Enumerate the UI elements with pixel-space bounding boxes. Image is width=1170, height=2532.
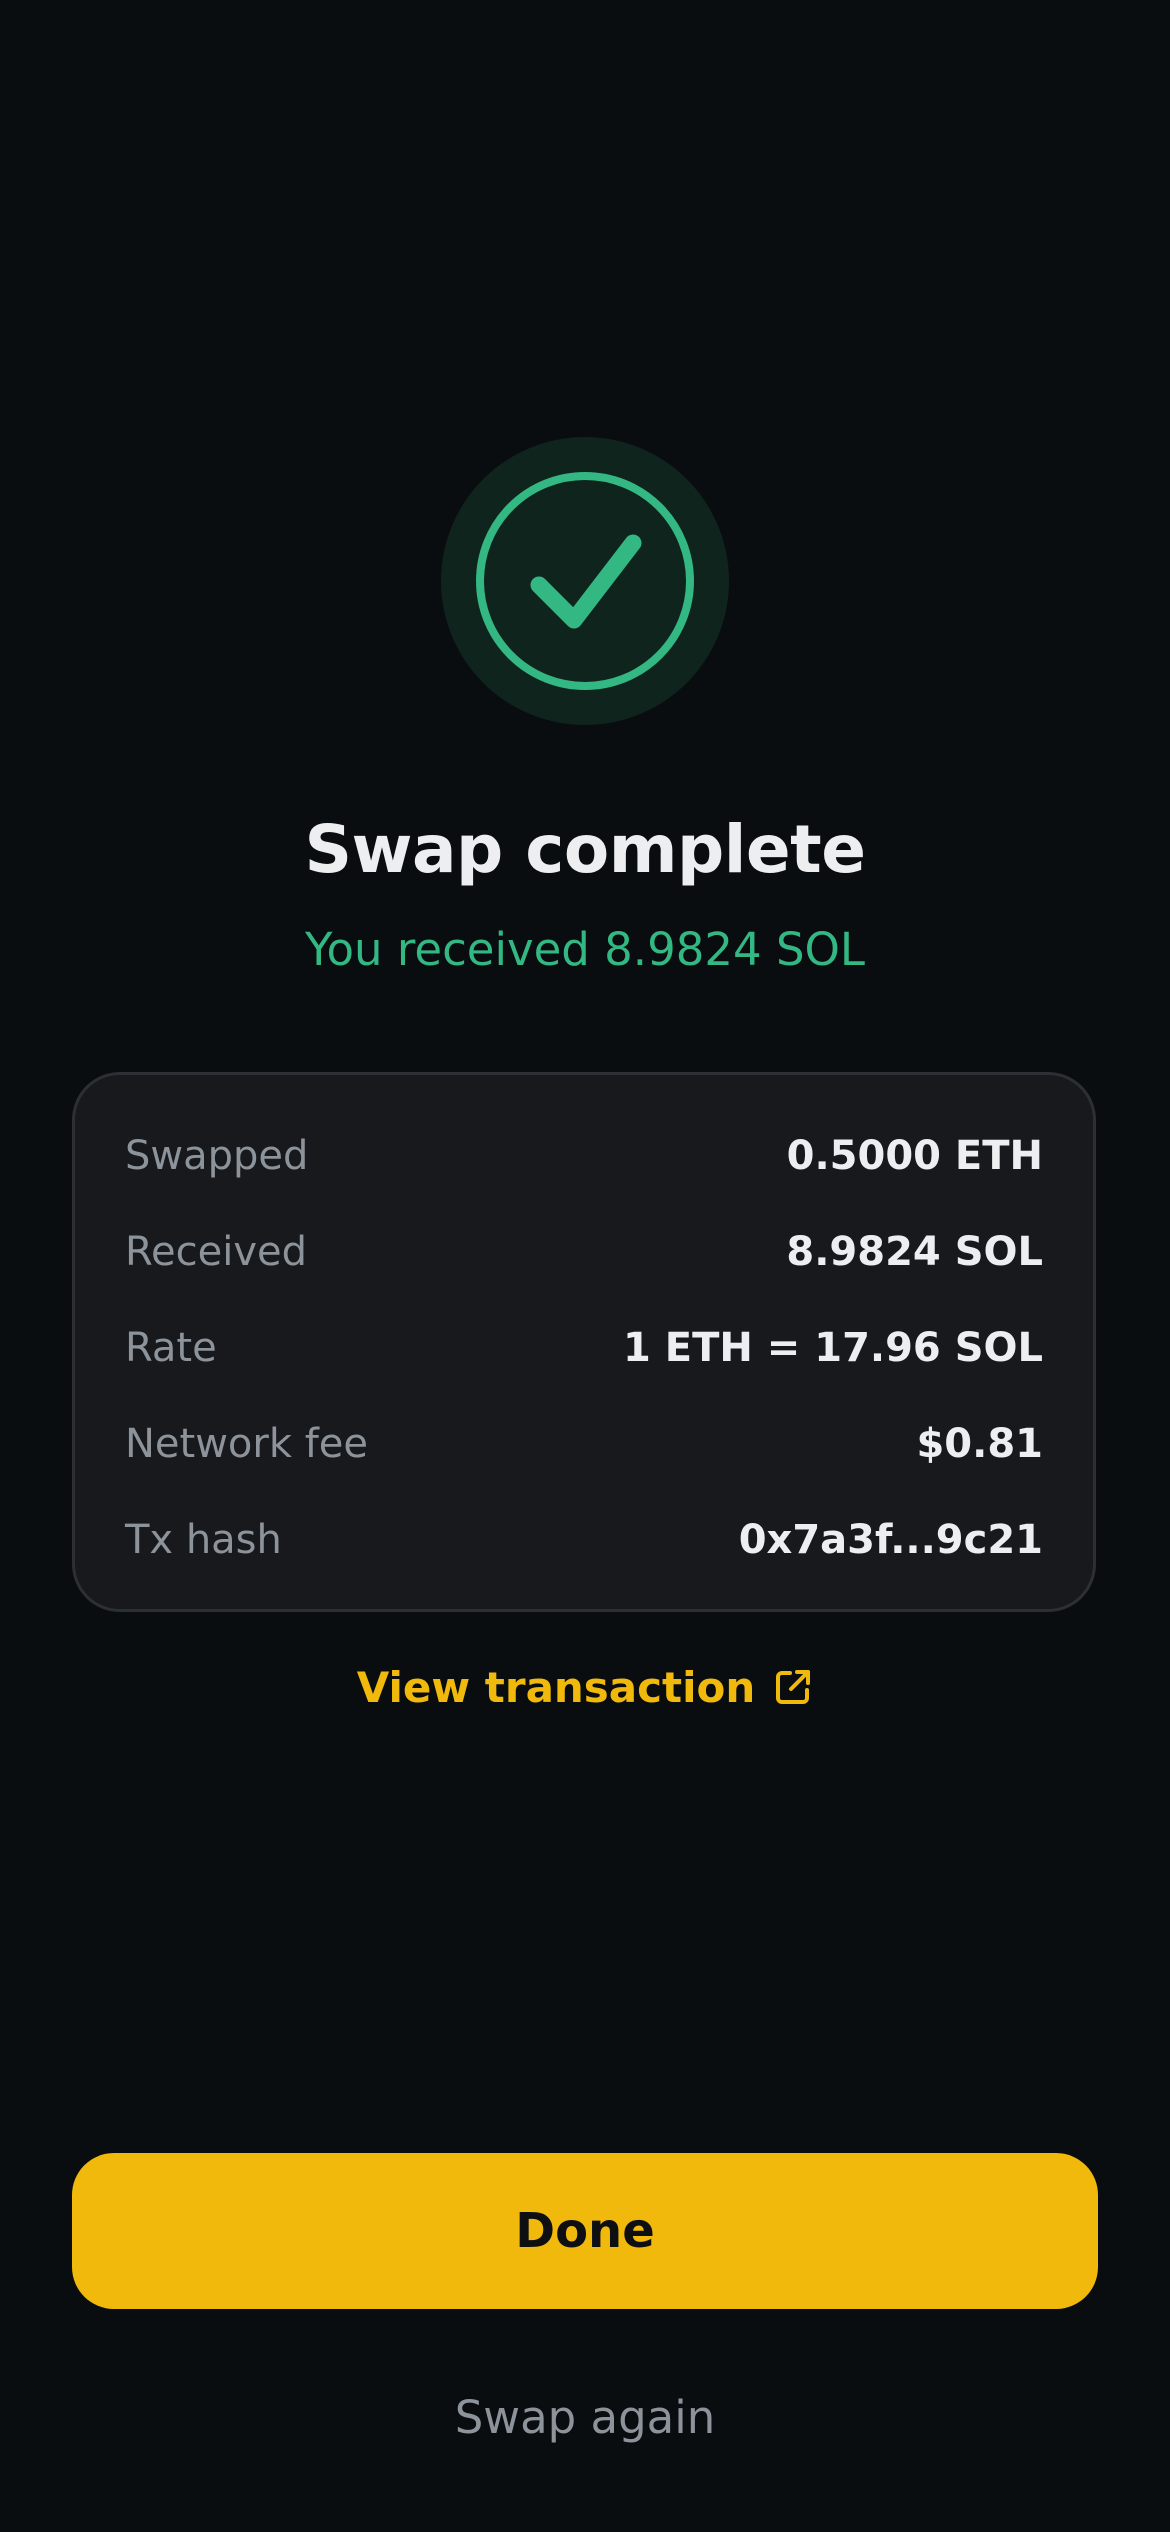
detail-row-received: Received 8.9824 SOL — [125, 1222, 1043, 1282]
detail-value: 1 ETH = 17.96 SOL — [623, 1325, 1043, 1371]
view-transaction-link[interactable]: View transaction — [0, 1656, 1170, 1718]
tx-hash-value: 0x7a3f...9c21 — [738, 1517, 1043, 1563]
detail-row-network-fee: Network fee $0.81 — [125, 1414, 1043, 1474]
detail-label: Swapped — [125, 1133, 309, 1179]
done-button[interactable]: Done — [72, 2153, 1098, 2309]
swap-again-button[interactable]: Swap again — [0, 2386, 1170, 2450]
swap-details-card: Swapped 0.5000 ETH Received 8.9824 SOL R… — [72, 1072, 1096, 1612]
detail-value: 8.9824 SOL — [786, 1229, 1043, 1275]
received-summary: You received 8.9824 SOL — [305, 923, 865, 976]
detail-row-rate: Rate 1 ETH = 17.96 SOL — [125, 1318, 1043, 1378]
detail-label: Network fee — [125, 1421, 369, 1467]
detail-row-tx-hash: Tx hash 0x7a3f...9c21 — [125, 1510, 1043, 1570]
detail-value: 0.5000 ETH — [786, 1133, 1043, 1179]
detail-row-swapped: Swapped 0.5000 ETH — [125, 1126, 1043, 1186]
detail-value: $0.81 — [916, 1421, 1043, 1467]
check-circle-icon — [476, 472, 694, 690]
external-link-icon — [773, 1667, 813, 1707]
view-transaction-label: View transaction — [356, 1662, 756, 1712]
page-title: Swap complete — [304, 811, 866, 888]
detail-label: Rate — [125, 1325, 217, 1371]
detail-label: Tx hash — [125, 1517, 282, 1563]
detail-label: Received — [125, 1229, 307, 1275]
success-badge — [441, 437, 729, 725]
